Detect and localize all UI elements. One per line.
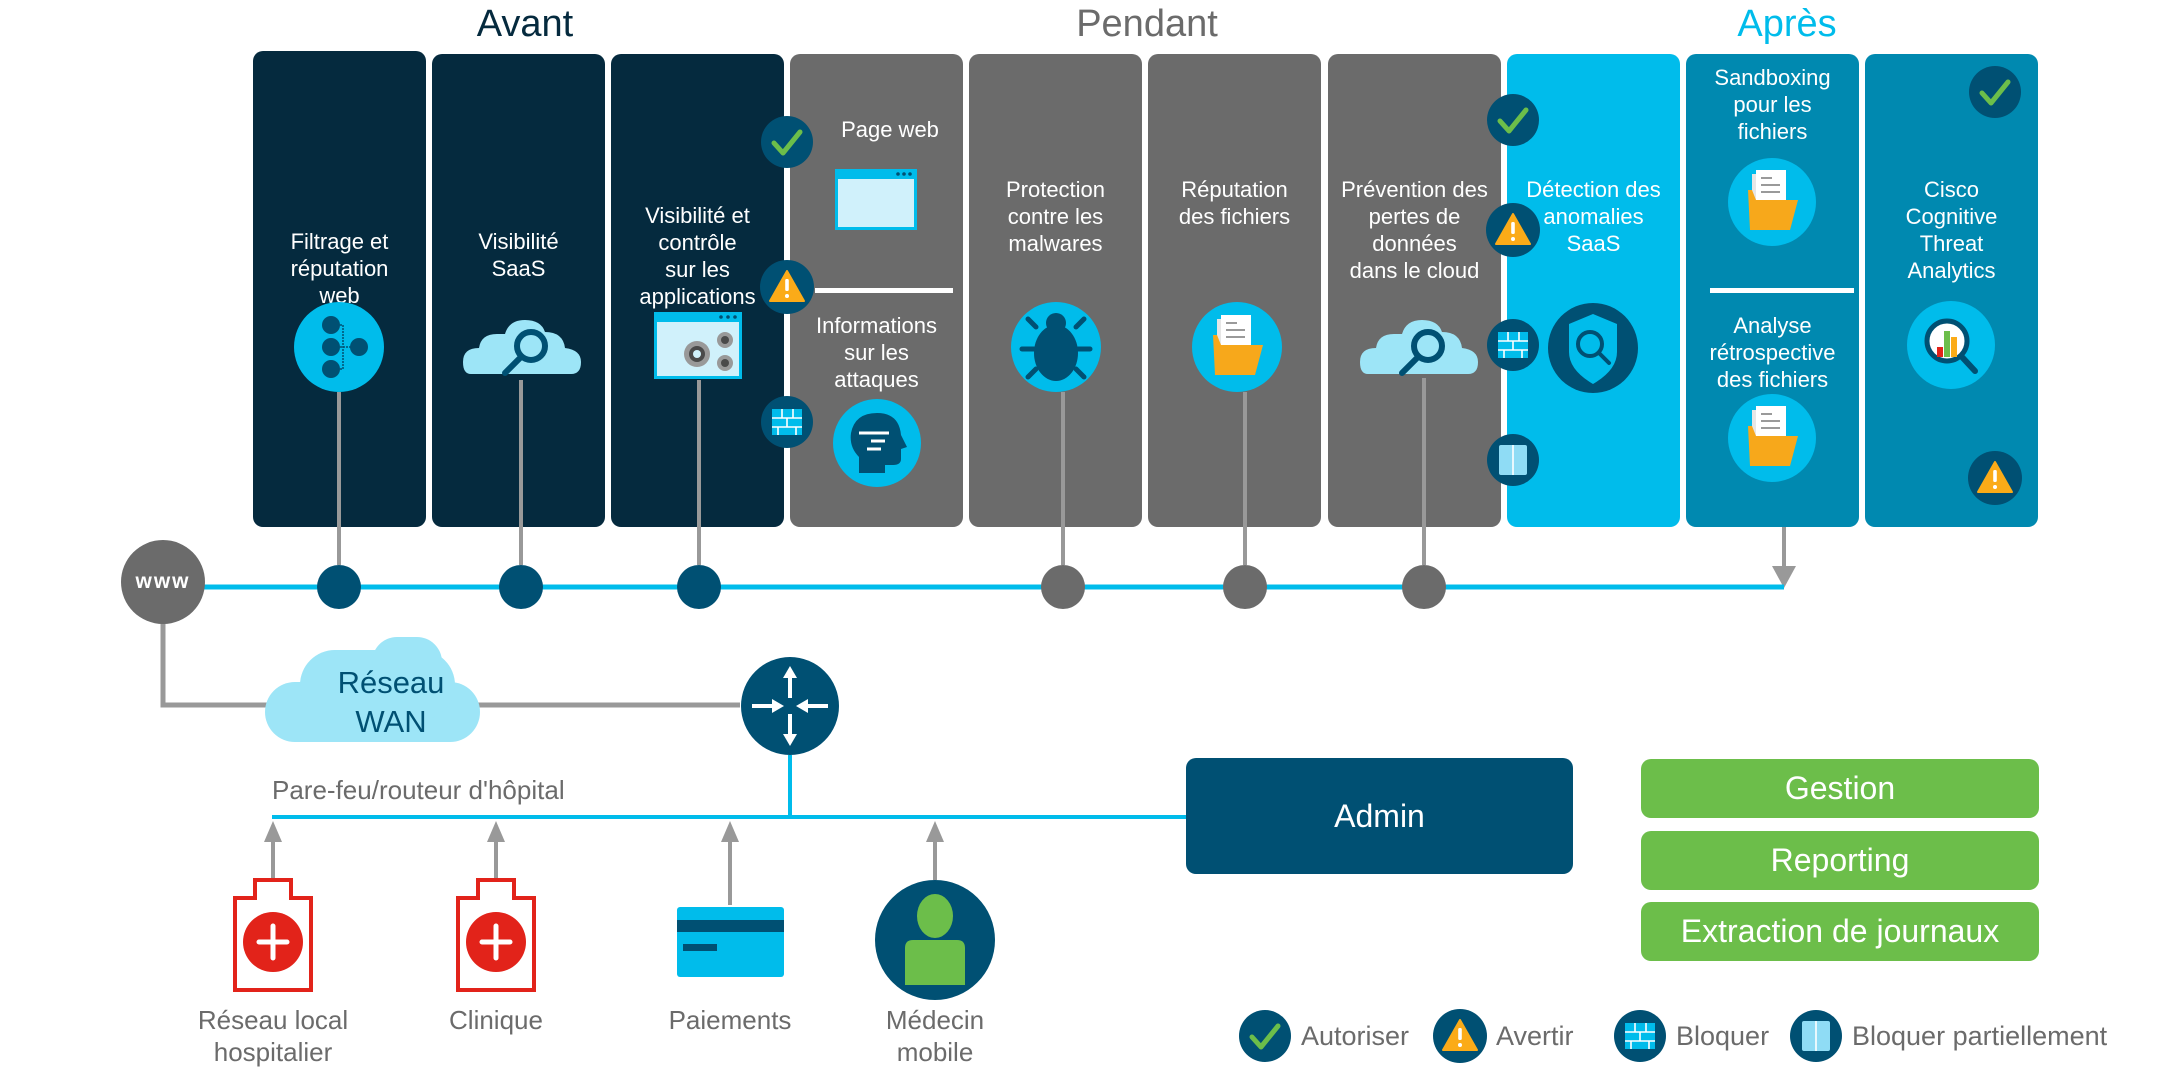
endpoint-label-hospital-lan: Réseau local hospitalier — [197, 1005, 349, 1067]
endpoint-label-payments: Paiements — [668, 1005, 792, 1035]
warn-icon — [1432, 1008, 1488, 1064]
management-button[interactable]: Gestion — [1641, 759, 2039, 818]
bug-icon — [1011, 302, 1101, 392]
partial-block-icon — [1486, 433, 1540, 487]
legend-partial-block: Bloquer partiellement — [1788, 1008, 2107, 1064]
router-label: Pare-feu/routeur d'hôpital — [272, 775, 565, 805]
network-nodes-icon — [294, 302, 384, 392]
legend-label: Autoriser — [1301, 1020, 1410, 1051]
allow-icon — [1487, 94, 1539, 146]
block-icon — [760, 395, 814, 449]
brain-head-icon — [833, 399, 921, 487]
file-folder-icon — [1192, 302, 1282, 392]
hospital-icon — [456, 878, 536, 992]
endpoint-label-clinic: Clinique — [449, 1005, 543, 1035]
allow-icon — [1237, 1008, 1293, 1064]
admin-button[interactable]: Admin — [1186, 758, 1573, 874]
app-settings-icon — [654, 312, 742, 379]
block-icon — [1486, 318, 1540, 372]
panel-connectors — [337, 378, 1786, 568]
legend-warn: Avertir — [1432, 1008, 1574, 1064]
reporting-button[interactable]: Reporting — [1641, 831, 2039, 890]
legend-label: Avertir — [1496, 1020, 1574, 1051]
router-icon — [741, 657, 839, 755]
warn-icon — [1967, 450, 2023, 506]
file-folder-icon — [1728, 394, 1816, 482]
internet-node: www — [121, 540, 205, 624]
allow-icon — [1969, 66, 2021, 118]
file-folder-icon — [1728, 158, 1816, 246]
legend-block: Bloquer — [1612, 1008, 1769, 1064]
wan-label: Réseau WAN — [337, 665, 445, 739]
internet-label: www — [135, 570, 191, 593]
cloud-search-icon — [1360, 320, 1478, 374]
user-icon — [875, 880, 995, 1000]
partial-block-icon — [1789, 1009, 1843, 1063]
legend-allow: Autoriser — [1237, 1008, 1409, 1064]
browser-window-icon — [835, 169, 917, 230]
credit-card-icon — [677, 907, 784, 977]
cloud-search-icon — [463, 320, 581, 374]
endpoint-label-mobile-doctor: Médecin mobile — [885, 1005, 985, 1067]
warn-icon — [759, 259, 815, 315]
legend-label: Bloquer — [1676, 1020, 1770, 1051]
shield-search-icon — [1548, 303, 1638, 393]
allow-icon — [761, 116, 813, 168]
endpoint-arrows — [264, 821, 944, 905]
block-icon — [1613, 1009, 1667, 1063]
legend-label: Bloquer partiellement — [1852, 1020, 2108, 1051]
hospital-icon — [233, 878, 313, 992]
analytics-search-icon — [1907, 301, 1995, 389]
warn-icon — [1485, 202, 1541, 258]
log-extraction-button[interactable]: Extraction de journaux — [1641, 902, 2039, 961]
